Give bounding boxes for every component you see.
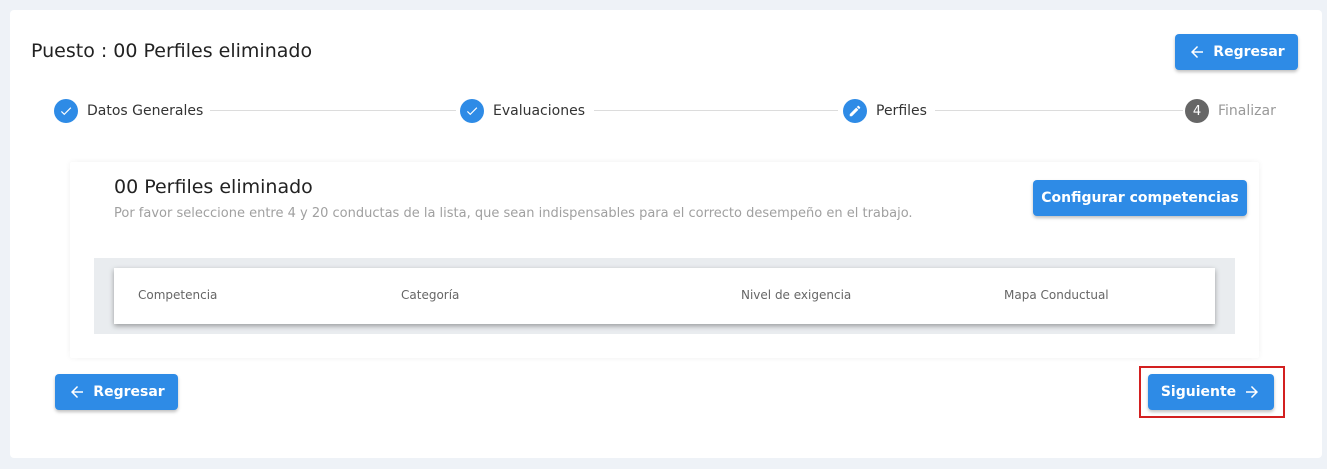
pencil-icon — [843, 99, 867, 123]
table-container: Competencia Categoría Nivel de exigencia… — [94, 258, 1235, 334]
step-finalizar[interactable]: 4 Finalizar — [1185, 98, 1276, 124]
step-perfiles[interactable]: Perfiles — [843, 98, 927, 124]
arrow-right-icon — [1246, 386, 1259, 398]
step-label: Finalizar — [1218, 103, 1276, 119]
column-header-categoria[interactable]: Categoría — [401, 288, 459, 302]
step-connector — [210, 110, 456, 111]
back-button-top[interactable]: Regresar — [1175, 34, 1298, 70]
main-card: Puesto : 00 Perfiles eliminado Regresar … — [10, 10, 1322, 458]
next-button[interactable]: Siguiente — [1148, 374, 1274, 410]
check-icon — [460, 99, 484, 123]
arrow-left-icon — [1191, 46, 1204, 58]
back-button-label: Regresar — [93, 384, 165, 400]
column-header-competencia[interactable]: Competencia — [138, 288, 217, 302]
step-label: Perfiles — [876, 103, 927, 119]
column-header-nivel-exigencia[interactable]: Nivel de exigencia — [741, 288, 851, 302]
step-datos-generales[interactable]: Datos Generales — [54, 98, 203, 124]
back-button-label: Regresar — [1213, 44, 1285, 60]
stepper: Datos Generales Evaluaciones Perfiles 4 … — [10, 98, 1322, 124]
step-connector — [935, 110, 1183, 111]
arrow-left-icon — [71, 386, 84, 398]
column-header-mapa-conductual[interactable]: Mapa Conductual — [1004, 288, 1109, 302]
page-title: Puesto : 00 Perfiles eliminado — [31, 40, 313, 62]
configure-competencies-button[interactable]: Configurar competencias — [1033, 180, 1247, 216]
back-button-bottom[interactable]: Regresar — [55, 374, 178, 410]
step-label: Datos Generales — [87, 103, 204, 119]
step-evaluaciones[interactable]: Evaluaciones — [460, 98, 585, 124]
panel-description: Por favor seleccione entre 4 y 20 conduc… — [114, 206, 913, 221]
step-label: Evaluaciones — [493, 103, 585, 119]
step-connector — [594, 110, 838, 111]
panel-title: 00 Perfiles eliminado — [114, 176, 313, 198]
check-icon — [54, 99, 78, 123]
next-button-label: Siguiente — [1160, 384, 1237, 400]
step-number: 4 — [1185, 99, 1209, 123]
competencies-table: Competencia Categoría Nivel de exigencia… — [114, 268, 1215, 324]
